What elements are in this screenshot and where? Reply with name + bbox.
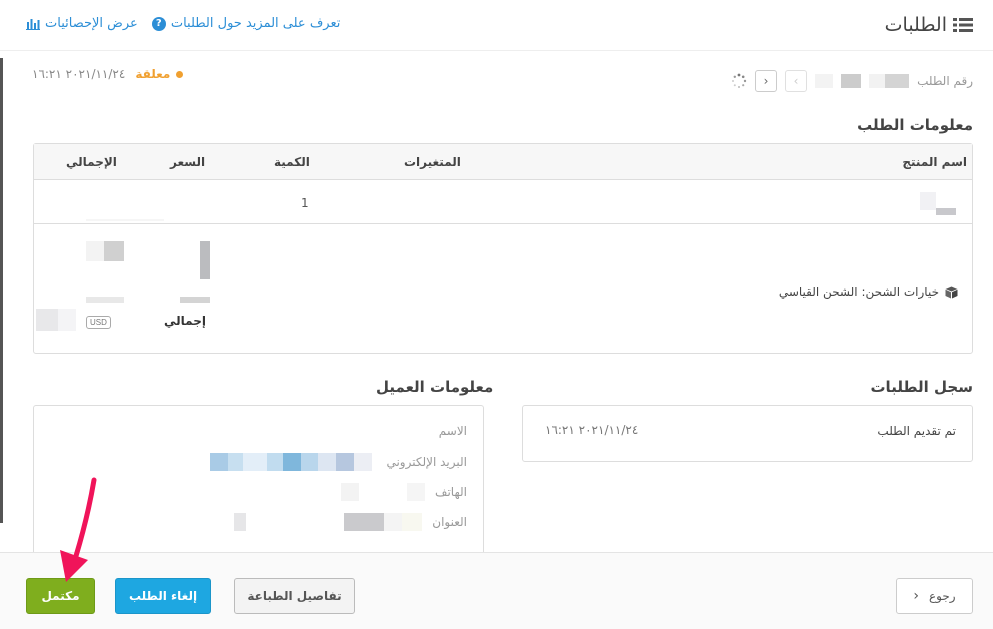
page-title-text: الطلبات [884,14,947,36]
status-badge: معلقة [135,67,184,81]
help-icon: ? [151,16,166,31]
customer-info-title: معلومات العميل [376,378,494,396]
product-thumbnail-redacted [920,192,956,215]
customer-phone-row: الهاتف [297,483,467,501]
complete-order-button[interactable]: مكتمل [26,578,95,614]
customer-name-label: الاسم [438,424,467,438]
col-variants: المتغيرات [404,155,461,169]
customer-address-row: العنوان [234,513,467,531]
customer-email-row: البريد الإلكتروني [210,453,467,471]
customer-info-card: الاسم البريد الإلكتروني الهاتف العنوان [33,405,484,555]
currency-badge: USD [86,316,111,329]
status-label: معلقة [135,67,171,81]
phone-redacted [341,483,426,501]
shipping-label: خيارات الشحن: الشحن القياسي [778,285,939,299]
total-label: إجمالي [164,314,206,328]
customer-email-label: البريد الإلكتروني [386,455,467,469]
print-details-button[interactable]: تفاصيل الطباعة [234,578,355,614]
table-header: اسم المنتج المتغيرات الكمية السعر الإجما… [34,144,972,180]
package-icon [945,286,958,298]
bar-chart-icon [26,18,40,30]
learn-more-label: تعرف على المزيد حول الطلبات [170,16,341,31]
item-quantity: 1 [301,196,309,210]
header-divider [0,50,993,51]
address-redacted [234,513,423,531]
order-items-table: اسم المنتج المتغيرات الكمية السعر الإجما… [33,143,973,354]
history-entry-label: تم تقديم الطلب [877,424,956,438]
previous-order-button[interactable]: ‹ [755,70,778,92]
left-scroll-edge [0,58,3,523]
next-order-button[interactable]: › [785,70,808,92]
header-links: تعرف على المزيد حول الطلبات ? عرض الإحصا… [26,16,340,31]
cancel-order-button[interactable]: إلغاء الطلب [115,578,211,614]
col-product: اسم المنتج [902,155,967,169]
col-price: السعر [170,155,206,169]
order-number-row: رقم الطلب › ‹ [731,70,973,92]
order-date: ٢٠٢١/١١/٢٤ ١٦:٢١ [32,67,126,81]
col-quantity: الكمية [274,155,310,169]
grand-total-redacted [36,309,76,331]
order-number-redacted-3 [815,74,834,88]
history-entry-date: ٢٠٢١/١١/٢٤ ١٦:٢١ [545,423,639,437]
status-dot-icon [176,70,184,78]
order-number-redacted [869,74,910,88]
list-menu-icon [953,18,973,32]
learn-more-link[interactable]: تعرف على المزيد حول الطلبات ? [151,16,341,31]
order-history-title: سجل الطلبات [870,378,973,396]
table-row: 1 [34,180,972,224]
order-info-title: معلومات الطلب [857,116,973,134]
order-history-card: تم تقديم الطلب ٢٠٢١/١١/٢٤ ١٦:٢١ [522,405,973,462]
email-redacted [210,453,373,471]
chevron-left-icon: ‹ [913,588,920,604]
col-total: الإجمالي [66,155,117,169]
customer-name-row: الاسم [439,424,467,438]
page-title: الطلبات [885,14,973,36]
back-button[interactable]: رجوع ‹ [896,578,973,614]
order-status: معلقة ٢٠٢١/١١/٢٤ ١٦:٢١ [32,67,184,81]
back-label: رجوع [929,589,956,603]
stats-label: عرض الإحصائيات [45,16,138,31]
customer-phone-label: الهاتف [435,485,467,499]
stats-link[interactable]: عرض الإحصائيات [26,16,138,31]
order-number-redacted-2 [841,74,862,88]
action-footer: رجوع ‹ تفاصيل الطباعة إلغاء الطلب مكتمل [0,553,993,629]
customer-address-label: العنوان [432,515,467,529]
loading-spinner-icon [732,73,747,88]
shipping-option: خيارات الشحن: الشحن القياسي [779,285,958,299]
order-number-label: رقم الطلب [917,74,973,88]
